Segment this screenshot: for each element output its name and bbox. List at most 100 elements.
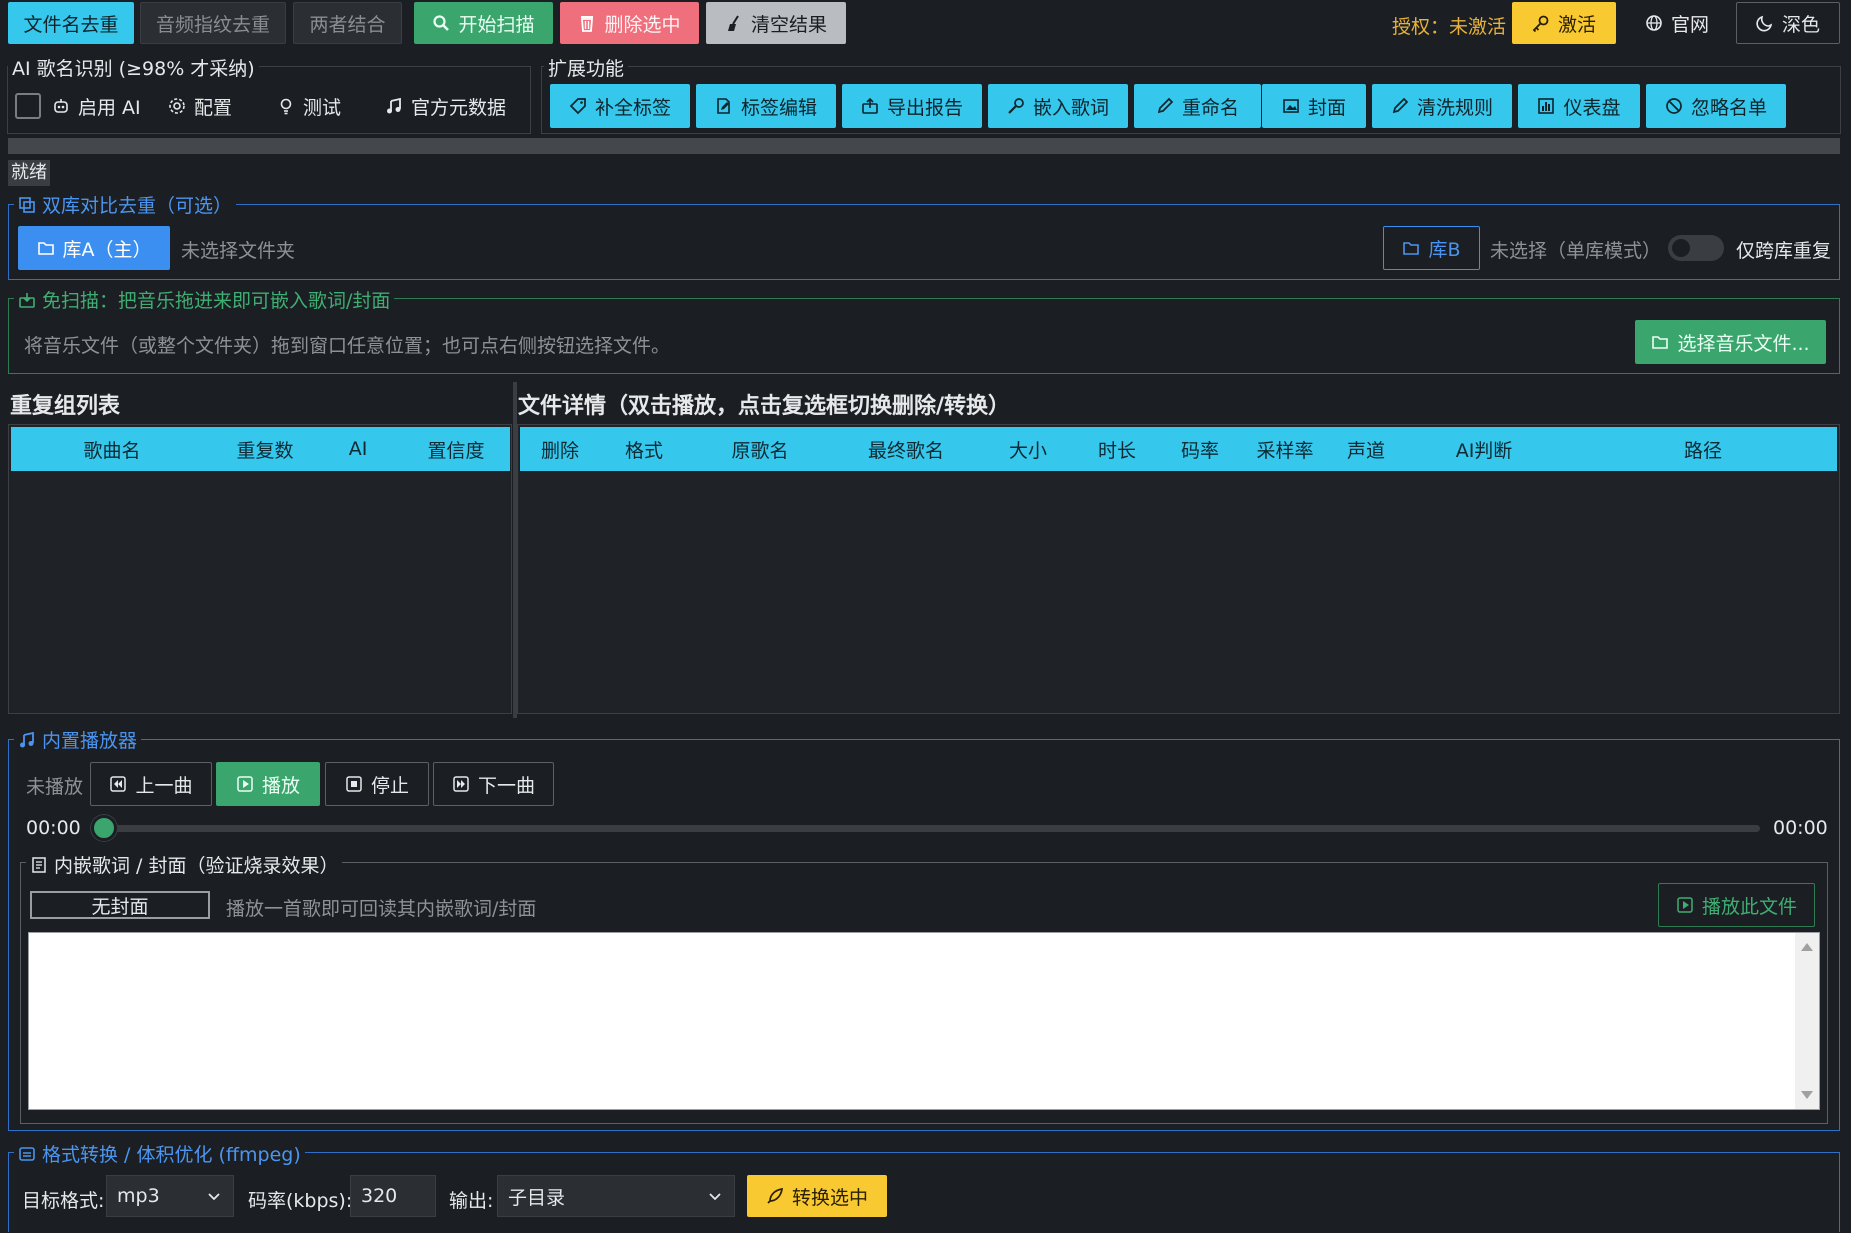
prev-track-button[interactable]: 上一曲 <box>90 762 212 806</box>
cover-label: 封面 <box>1307 96 1346 119</box>
official-metadata-button[interactable]: 官方元数据 <box>385 88 506 124</box>
library-b-path: 未选择（单库模式） <box>1490 240 1662 262</box>
mode-filename-label: 文件名去重 <box>23 13 119 36</box>
play-button[interactable]: 播放 <box>216 762 320 806</box>
copy-icon <box>19 196 35 213</box>
next-track-button[interactable]: 下一曲 <box>433 762 554 806</box>
col-final-name[interactable]: 最终歌名 <box>868 436 944 463</box>
stop-icon <box>346 776 362 792</box>
export-report-label: 导出报告 <box>886 96 963 119</box>
embed-lyrics-button[interactable]: 嵌入歌词 <box>988 84 1128 128</box>
scroll-up-icon[interactable] <box>1801 943 1813 951</box>
activate-label: 激活 <box>1557 13 1596 36</box>
cleanup-rules-button[interactable]: 清洗规则 <box>1372 84 1512 128</box>
details-title: 文件详情（双击播放，点击复选框切换删除/转换） <box>518 394 1011 419</box>
col-song-name[interactable]: 歌曲名 <box>83 436 140 463</box>
bitrate-input[interactable]: 320 <box>350 1175 436 1217</box>
col-delete[interactable]: 删除 <box>541 436 579 463</box>
enable-ai-checkbox[interactable] <box>15 93 41 119</box>
play-this-file-button[interactable]: 播放此文件 <box>1658 883 1815 927</box>
output-value: 子目录 <box>508 1186 566 1209</box>
groups-table-header: 歌曲名 重复数 AI 置信度 <box>11 427 510 471</box>
start-scan-button[interactable]: 开始扫描 <box>414 2 553 44</box>
convert-selected-button[interactable]: 转换选中 <box>747 1175 887 1217</box>
ai-config-button[interactable]: 配置 <box>168 88 232 124</box>
complete-tags-label: 补全标签 <box>594 96 671 119</box>
col-confidence[interactable]: 置信度 <box>427 436 484 463</box>
stop-button[interactable]: 停止 <box>325 762 429 806</box>
official-metadata-label: 官方元数据 <box>411 96 507 119</box>
microphone-icon <box>1008 98 1024 114</box>
col-size[interactable]: 大小 <box>1009 436 1047 463</box>
mode-filename-button[interactable]: 文件名去重 <box>8 2 134 44</box>
extension-legend-text: 扩展功能 <box>548 58 625 80</box>
bitrate-label: 码率(kbps): <box>248 1190 353 1212</box>
col-original-name[interactable]: 原歌名 <box>731 436 788 463</box>
stop-label: 停止 <box>370 774 409 797</box>
lyrics-scrollbar[interactable] <box>1795 933 1819 1109</box>
col-format[interactable]: 格式 <box>625 436 663 463</box>
seek-handle[interactable] <box>91 815 117 841</box>
ai-test-button[interactable]: 测试 <box>277 88 341 124</box>
moon-icon <box>1756 15 1773 32</box>
no-scan-hint: 将音乐文件（或整个文件夹）拖到窗口任意位置；也可点右侧按钮选择文件。 <box>24 335 671 357</box>
play-icon <box>237 776 253 792</box>
mode-audio-button[interactable]: 音频指纹去重 <box>140 2 286 44</box>
skip-forward-icon <box>453 776 469 792</box>
ai-config-label: 配置 <box>194 96 233 119</box>
activate-button[interactable]: 激活 <box>1512 2 1616 44</box>
mode-both-button[interactable]: 两者结合 <box>293 2 402 44</box>
folder-icon <box>1403 242 1420 255</box>
export-report-button[interactable]: 导出报告 <box>842 84 982 128</box>
col-samplerate[interactable]: 采样率 <box>1256 436 1313 463</box>
license-status: 授权：未激活 <box>1392 16 1507 38</box>
complete-tags-button[interactable]: 补全标签 <box>550 84 690 128</box>
target-format-label: 目标格式: <box>22 1190 105 1212</box>
document-icon <box>32 856 46 873</box>
scroll-down-icon[interactable] <box>1801 1091 1813 1099</box>
col-dup-count[interactable]: 重复数 <box>236 436 293 463</box>
ignore-list-button[interactable]: 忽略名单 <box>1646 84 1786 128</box>
edit-tags-label: 标签编辑 <box>740 96 817 119</box>
delete-selected-label: 删除选中 <box>604 13 681 36</box>
embed-lyrics-label: 嵌入歌词 <box>1032 96 1109 119</box>
col-bitrate[interactable]: 码率 <box>1181 436 1219 463</box>
website-button[interactable]: 官网 <box>1632 2 1722 44</box>
choose-music-files-button[interactable]: 选择音乐文件... <box>1635 320 1826 364</box>
col-channels[interactable]: 声道 <box>1347 436 1385 463</box>
enable-ai-toggle[interactable]: 启用 AI <box>52 88 141 124</box>
start-scan-label: 开始扫描 <box>458 13 535 36</box>
folder-open-icon <box>1652 336 1669 349</box>
clear-results-button[interactable]: 清空结果 <box>706 2 846 44</box>
export-icon <box>862 97 878 114</box>
lyrics-textarea[interactable] <box>28 932 1820 1110</box>
dashboard-button[interactable]: 仪表盘 <box>1518 84 1640 128</box>
extension-legend: 扩展功能 <box>544 54 629 81</box>
edit-tags-button[interactable]: 标签编辑 <box>696 84 836 128</box>
cover-button[interactable]: 封面 <box>1262 84 1366 128</box>
play-this-file-label: 播放此文件 <box>1701 895 1797 918</box>
music-note-icon <box>20 731 34 747</box>
rename-button[interactable]: 重命名 <box>1134 84 1261 128</box>
compress-icon <box>19 1146 35 1161</box>
col-path[interactable]: 路径 <box>1684 436 1722 463</box>
website-label: 官网 <box>1670 13 1709 36</box>
enable-ai-label: 启用 AI <box>78 96 141 119</box>
library-b-button[interactable]: 库B <box>1383 226 1480 270</box>
output-select[interactable]: 子目录 <box>497 1175 735 1217</box>
lightbulb-icon <box>280 98 292 115</box>
lyrics-text <box>29 933 1793 945</box>
delete-selected-button[interactable]: 删除选中 <box>560 2 699 44</box>
col-duration[interactable]: 时长 <box>1098 436 1136 463</box>
col-ai-judgement[interactable]: AI判断 <box>1456 436 1513 463</box>
seek-track[interactable] <box>102 825 1760 832</box>
library-a-button[interactable]: 库A（主） <box>18 226 170 270</box>
theme-toggle-button[interactable]: 深色 <box>1736 2 1840 44</box>
target-format-value: mp3 <box>117 1185 160 1207</box>
cross-only-toggle[interactable] <box>1668 235 1724 261</box>
folder-icon <box>37 242 54 255</box>
col-ai[interactable]: AI <box>349 438 368 460</box>
groups-title: 重复组列表 <box>10 394 121 419</box>
target-format-select[interactable]: mp3 <box>106 1175 234 1217</box>
convert-legend-text: 格式转换 / 体积优化 (ffmpeg) <box>42 1144 301 1166</box>
